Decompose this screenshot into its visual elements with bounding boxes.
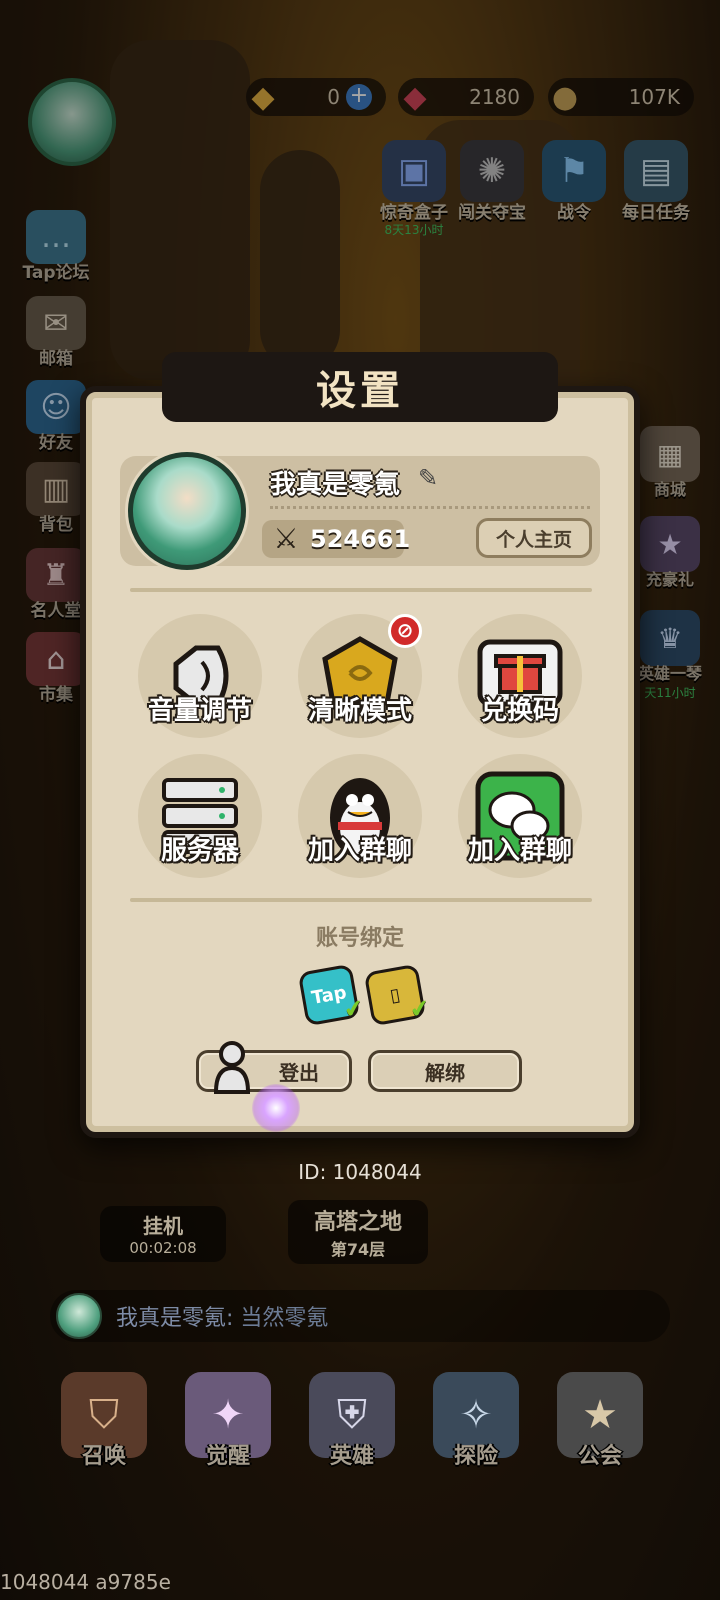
server-button[interactable]: 服务器 [130, 754, 270, 878]
nav-awaken[interactable]: ✦ 觉醒 [180, 1372, 276, 1470]
join-qq-group-button[interactable]: 加入群聊 [290, 754, 430, 878]
chat-sender: 我真是零氪: [116, 1306, 234, 1331]
account-binding-title: 账号绑定 [315, 926, 404, 951]
disabled-badge-icon: ⊘ [388, 614, 422, 648]
volume-button[interactable]: 音量调节 [130, 614, 270, 738]
profile-avatar[interactable] [128, 452, 246, 570]
section-divider [130, 588, 592, 592]
build-info: 1048044 a9785e [0, 1570, 171, 1594]
phone-icon: ▯ [388, 983, 402, 1007]
touch-glow-effect [252, 1084, 300, 1132]
redeem-code-button[interactable]: 兑换码 [450, 614, 590, 738]
edit-name-icon[interactable]: ✎ [418, 464, 438, 492]
join-wechat-group-button[interactable]: 加入群聊 [450, 754, 590, 878]
nav-hero[interactable]: ⛨ 英雄 [304, 1372, 400, 1470]
nav-guild[interactable]: ★ 公会 [552, 1372, 648, 1470]
chat-bar[interactable]: 我真是零氪: 当然零氪 [50, 1290, 670, 1342]
power-icon: ⚔ [273, 522, 299, 555]
bottom-nav: ⛉ 召唤 ✦ 觉醒 ⛨ 英雄 ✧ 探险 ★ 公会 [56, 1372, 664, 1502]
idle-panel[interactable]: 挂机 00:02:08 [100, 1206, 226, 1262]
dialog-title: 设置 [162, 352, 558, 422]
tower-panel[interactable]: 高塔之地 第74层 [288, 1200, 428, 1264]
player-name: 我真是零氪 [270, 470, 401, 500]
section-divider [130, 898, 592, 902]
unbind-button[interactable]: 解绑 [368, 1050, 522, 1092]
tap-bind-icon[interactable]: Tap ✔ [297, 963, 366, 1027]
phone-bind-icon[interactable]: ▯ ✔ [363, 963, 432, 1027]
homepage-button[interactable]: 个人主页 [476, 518, 592, 558]
chat-message: 当然零氪 [240, 1306, 329, 1331]
person-icon [213, 1041, 251, 1094]
clarity-mode-button[interactable]: ⊘ 清晰模式 [290, 614, 430, 738]
dotted-divider [270, 506, 590, 509]
avatar [56, 1293, 102, 1339]
nav-explore[interactable]: ✧ 探险 [428, 1372, 524, 1470]
nav-summon[interactable]: ⛉ 召唤 [56, 1372, 152, 1470]
player-id: ID: 1048044 [298, 1160, 422, 1184]
